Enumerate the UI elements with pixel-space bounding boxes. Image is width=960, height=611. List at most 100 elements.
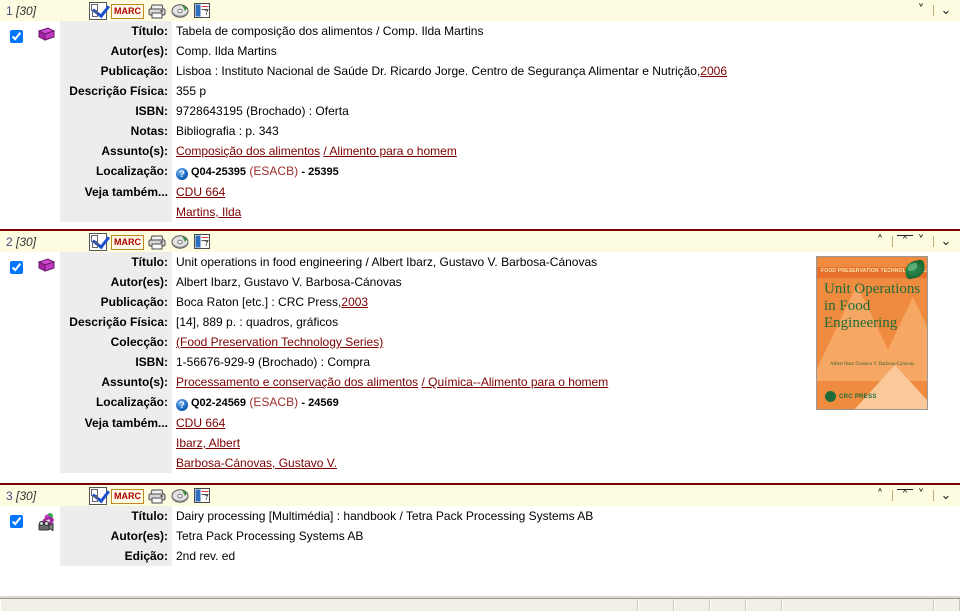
scroll-top-arrow[interactable]: ˄ xyxy=(897,488,913,503)
scroll-up-arrow[interactable]: ˄ xyxy=(872,235,888,248)
cover-title: Unit Operations in Food Engineering xyxy=(824,281,921,331)
field-value: Tabela de composição dos alimentos / Com… xyxy=(176,24,484,38)
record-select-column xyxy=(0,252,60,473)
field-value: CDU 664 Martins, Ilda xyxy=(172,182,241,222)
publication-text: Boca Raton [etc.] : CRC Press, xyxy=(176,295,342,309)
see-also-link[interactable]: Martins, Ilda xyxy=(176,202,241,222)
see-also-link[interactable]: Ibarz, Albert xyxy=(176,433,337,453)
field-label: ISBN: xyxy=(60,352,172,372)
printer-icon[interactable] xyxy=(148,234,167,250)
field-localizacao: Localização: ? Q04-25395 (ESACB) - 25395 xyxy=(60,161,960,182)
field-value: 9728643195 (Brochado) : Oferta xyxy=(176,104,349,118)
printer-icon[interactable] xyxy=(148,3,167,19)
publication-year-link[interactable]: 2003 xyxy=(341,295,368,309)
record-nav: ˄ ˄ ˅ ⌄ xyxy=(872,231,954,252)
book-cover-thumbnail[interactable]: FOOD PRESERVATION TECHNOLOGY SERIES Unit… xyxy=(816,256,928,410)
scroll-down-arrow[interactable]: ˅ xyxy=(913,235,929,248)
subject-link[interactable]: Processamento e conservação dos alimento… xyxy=(176,375,418,389)
crc-mark-icon xyxy=(825,391,836,402)
publication-year-link[interactable]: 2006 xyxy=(700,64,727,78)
cd-icon[interactable] xyxy=(171,488,190,504)
record-body: Título: Tabela de composição dos aliment… xyxy=(0,21,960,229)
next-record-chevron[interactable]: ⌄ xyxy=(938,489,954,502)
scroll-up-arrow[interactable]: ˄ xyxy=(872,489,888,502)
cd-icon[interactable] xyxy=(171,234,190,250)
field-assuntos: Assunto(s): Composição dos alimentos / A… xyxy=(60,141,960,161)
record-checkbox[interactable] xyxy=(10,30,23,43)
field-label: Notas: xyxy=(60,121,172,141)
status-bar xyxy=(0,598,960,611)
field-label: Autor(es): xyxy=(60,526,172,546)
status-cell-2 xyxy=(674,599,710,611)
cd-icon[interactable] xyxy=(171,3,190,19)
record-index: 2 xyxy=(6,234,13,249)
record-checkbox[interactable] xyxy=(10,515,23,528)
subject-link[interactable]: / Química--Alimento para o homem xyxy=(421,375,608,389)
field-publicacao: Publicação: Lisboa : Instituto Nacional … xyxy=(60,61,960,81)
results-page: 1 [30] MARC 7 ˅ ⌄ Título: Tabela de comp… xyxy=(0,0,960,611)
field-label: Localização: xyxy=(60,161,172,182)
book-icon xyxy=(37,258,56,278)
scroll-top-arrow[interactable]: ˄ xyxy=(897,234,913,249)
record-number: 1 [30] xyxy=(6,4,36,18)
subject-link[interactable]: Composição dos alimentos xyxy=(176,144,320,158)
record-fields: Título: Tabela de composição dos aliment… xyxy=(60,21,960,222)
checklist-icon[interactable] xyxy=(89,484,111,505)
field-value: Tetra Pack Processing Systems AB xyxy=(176,529,364,543)
field-autores: Autor(es): Comp. Ilda Martins xyxy=(60,41,960,61)
marc-icon[interactable]: MARC xyxy=(111,3,144,19)
nav-divider xyxy=(933,5,934,16)
help-icon[interactable]: ? xyxy=(176,399,188,411)
record-checkbox[interactable] xyxy=(10,261,23,274)
record-select-column xyxy=(0,21,60,222)
field-label: Autor(es): xyxy=(60,272,172,292)
scroll-down-arrow[interactable]: ˅ xyxy=(913,489,929,502)
field-descricao-fisica: Descrição Física: 355 p xyxy=(60,81,960,101)
record-total: [30] xyxy=(16,488,37,503)
marc-icon[interactable]: MARC xyxy=(111,488,144,504)
see-also-link[interactable]: CDU 664 xyxy=(176,182,241,202)
status-cell-4 xyxy=(746,599,782,611)
field-isbn: ISBN: 9728643195 (Brochado) : Oferta xyxy=(60,101,960,121)
field-value: Bibliografia : p. 343 xyxy=(176,124,279,138)
checklist-icon[interactable] xyxy=(89,230,111,251)
reference-export-icon[interactable]: 7 xyxy=(194,488,211,504)
record-toolbar: MARC 7 xyxy=(89,230,211,251)
field-value: Comp. Ilda Martins xyxy=(176,44,277,58)
field-label: Veja também... xyxy=(60,413,172,473)
field-label: Publicação: xyxy=(60,292,172,312)
book-icon xyxy=(37,27,56,47)
next-record-chevron[interactable]: ⌄ xyxy=(938,235,954,248)
see-also-link[interactable]: CDU 664 xyxy=(176,413,337,433)
reference-export-icon[interactable]: 7 xyxy=(194,3,211,19)
record-nav: ˅ ⌄ xyxy=(913,0,954,21)
call-number: Q04-25395 xyxy=(191,166,247,178)
record-body: Título: Dairy processing [Multimédia] : … xyxy=(0,506,960,566)
marc-icon[interactable]: MARC xyxy=(111,234,144,250)
scroll-down-arrow[interactable]: ˅ xyxy=(913,4,929,17)
reference-export-icon[interactable]: 7 xyxy=(194,234,211,250)
field-value: ? Q04-25395 (ESACB) - 25395 xyxy=(172,161,339,182)
field-value: Boca Raton [etc.] : CRC Press,2003 xyxy=(172,292,368,312)
record-number: 3 [30] xyxy=(6,489,36,503)
series-link[interactable]: (Food Preservation Technology Series) xyxy=(176,335,383,349)
next-record-chevron[interactable]: ⌄ xyxy=(938,4,954,17)
record-index: 1 xyxy=(6,3,13,18)
printer-icon[interactable] xyxy=(148,488,167,504)
subject-link[interactable]: / Alimento para o homem xyxy=(323,144,456,158)
record-total: [30] xyxy=(16,3,37,18)
record-header: 1 [30] MARC 7 ˅ ⌄ xyxy=(0,0,960,21)
field-label: Descrição Física: xyxy=(60,81,172,101)
call-number: Q02-24569 xyxy=(191,397,247,409)
nav-divider xyxy=(892,490,893,501)
nav-divider xyxy=(933,490,934,501)
field-titulo: Título: Tabela de composição dos aliment… xyxy=(60,21,960,41)
field-label: Título: xyxy=(60,21,172,41)
field-value: CDU 664 Ibarz, Albert Barbosa-Cánovas, G… xyxy=(172,413,337,473)
cover-publisher-logo: CRC PRESS xyxy=(825,391,877,402)
help-icon[interactable]: ? xyxy=(176,168,188,180)
item-barcode: - 24569 xyxy=(301,397,339,409)
see-also-link[interactable]: Barbosa-Cánovas, Gustavo V. xyxy=(176,453,337,473)
checklist-icon[interactable] xyxy=(89,0,111,20)
status-cell-resize[interactable] xyxy=(934,599,960,611)
